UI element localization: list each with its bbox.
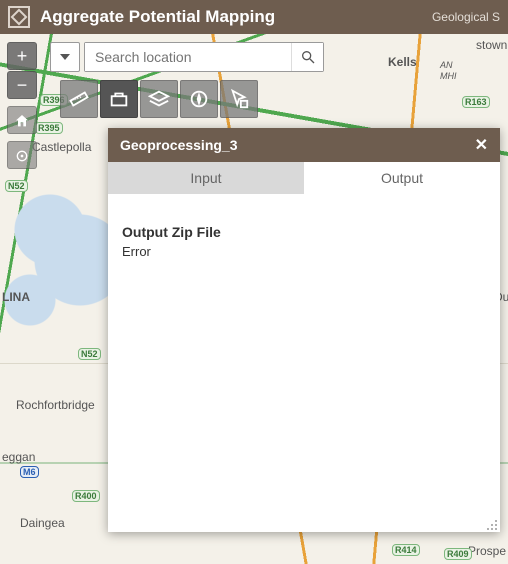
resize-grip-icon — [486, 519, 498, 531]
zoom-in-button[interactable]: + — [7, 42, 37, 70]
dialog-body: Output Zip File Error — [108, 194, 500, 532]
home-icon — [14, 113, 30, 129]
compass-icon — [188, 88, 210, 110]
dialog-title: Geoprocessing_3 — [120, 137, 238, 153]
locate-button[interactable] — [7, 141, 37, 169]
app-subtitle: Geological S — [432, 10, 500, 24]
tab-output[interactable]: Output — [304, 162, 500, 194]
basemap-tool-button[interactable] — [180, 80, 218, 118]
search-source-dropdown[interactable] — [50, 42, 80, 72]
ruler-icon — [68, 88, 90, 110]
dialog-close-button[interactable]: ✕ — [475, 135, 488, 155]
layers-icon — [148, 88, 170, 110]
layers-tool-button[interactable] — [140, 80, 178, 118]
search-box — [84, 42, 324, 72]
dialog-tabs: Input Output — [108, 162, 500, 194]
cursor-select-icon — [228, 88, 250, 110]
dialog-resize-handle[interactable] — [486, 518, 498, 530]
app-logo-icon — [8, 6, 30, 28]
measure-tool-button[interactable] — [60, 80, 98, 118]
app-title: Aggregate Potential Mapping — [40, 7, 275, 27]
chevron-down-icon — [60, 54, 70, 60]
search-submit-button[interactable] — [291, 43, 323, 71]
search-icon — [300, 49, 316, 65]
tab-input[interactable]: Input — [108, 162, 304, 194]
home-extent-button[interactable] — [7, 106, 37, 134]
toolbox-icon — [108, 88, 130, 110]
app-header: Aggregate Potential Mapping Geological S — [0, 0, 508, 34]
geoprocessing-tool-button[interactable] — [100, 80, 138, 118]
output-field-label: Output Zip File — [122, 224, 486, 240]
select-tool-button[interactable] — [220, 80, 258, 118]
zoom-out-button[interactable]: − — [7, 71, 37, 99]
target-icon — [14, 148, 30, 164]
widget-toolbar — [60, 80, 258, 118]
output-field-value: Error — [122, 244, 486, 259]
dialog-header[interactable]: Geoprocessing_3 ✕ — [108, 128, 500, 162]
geoprocessing-dialog: Geoprocessing_3 ✕ Input Output Output Zi… — [108, 128, 500, 532]
search-input[interactable] — [85, 43, 291, 71]
